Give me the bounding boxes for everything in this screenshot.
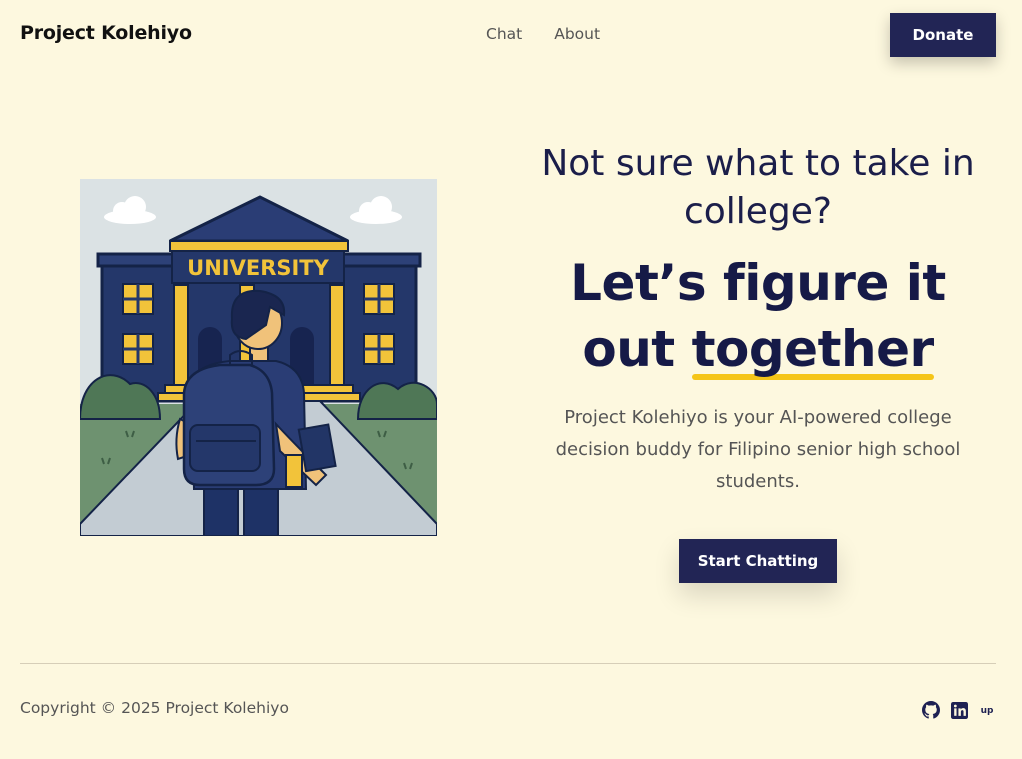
footer-divider: [20, 663, 996, 664]
footer-copyright: Copyright © 2025 Project Kolehiyo: [20, 699, 289, 717]
hero-description: Project Kolehiyo is your AI-powered coll…: [555, 407, 961, 492]
university-sign-text: UNIVERSITY: [187, 256, 329, 280]
upwork-icon[interactable]: up: [978, 701, 996, 719]
donate-button[interactable]: Donate: [890, 13, 996, 57]
site-header: Project Kolehiyo Chat About Donate: [0, 0, 1022, 72]
start-chatting-button[interactable]: Start Chatting: [679, 539, 837, 583]
github-icon[interactable]: [922, 701, 940, 719]
nav-link-chat[interactable]: Chat: [486, 25, 522, 43]
hero-illustration: UNIVERSITY: [80, 179, 437, 536]
hero-headline: Let’s figure it out together: [520, 250, 996, 382]
headline-highlight: together: [691, 316, 934, 382]
svg-text:up: up: [981, 706, 994, 716]
hero-question: Not sure what to take in college?: [541, 143, 975, 232]
hero-section: Not sure what to take in college? Let’s …: [520, 140, 996, 498]
social-links: up: [922, 701, 996, 719]
brand-logo[interactable]: Project Kolehiyo: [20, 22, 192, 44]
nav-link-about[interactable]: About: [554, 25, 600, 43]
main-nav: Chat About: [486, 25, 600, 43]
linkedin-icon[interactable]: [950, 701, 968, 719]
